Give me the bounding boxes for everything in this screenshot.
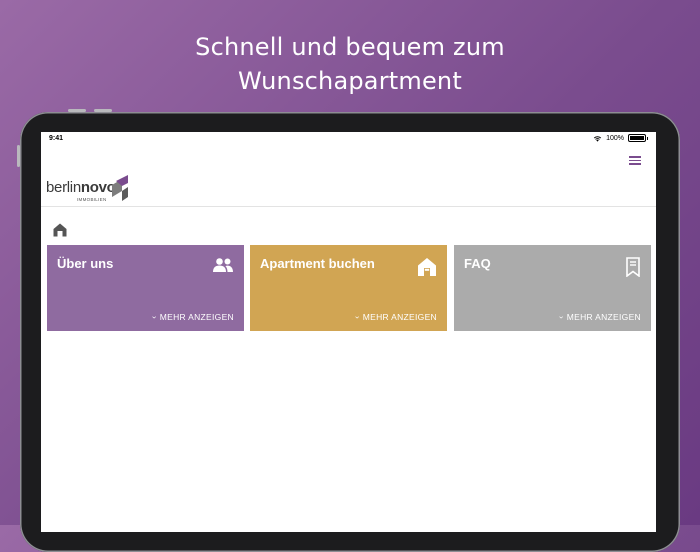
tile-title: Apartment buchen [260,256,375,271]
chevron-down-icon: › [149,315,159,319]
volume-button [68,109,86,112]
people-icon [213,258,233,272]
app-screen: 9:41 100% berlinnovo IMMOBILIEN Über uns [41,132,656,532]
logo-wordmark: berlinnovo [46,179,116,196]
chevron-down-icon: › [352,315,362,319]
show-more-link[interactable]: › MEHR ANZEIGEN [556,312,641,322]
battery-icon [628,134,648,142]
tile-about-us[interactable]: Über uns › MEHR ANZEIGEN [47,245,244,331]
status-time: 9:41 [49,135,64,142]
home-icon[interactable] [52,222,68,238]
show-more-link[interactable]: › MEHR ANZEIGEN [149,312,234,322]
chevron-down-icon: › [556,315,566,319]
volume-button [94,109,112,112]
tile-title: FAQ [464,256,491,271]
house-icon [418,258,436,276]
show-more-link[interactable]: › MEHR ANZEIGEN [352,312,437,322]
logo-mark-icon [112,175,128,201]
status-bar: 9:41 100% [41,132,656,146]
bookmark-icon [626,257,640,277]
headline-line-2: Wunschapartment [238,67,462,95]
power-button [17,145,20,167]
logo-subtitle: IMMOBILIEN [77,197,107,202]
tile-title: Über uns [57,256,114,271]
tile-faq[interactable]: FAQ › MEHR ANZEIGEN [454,245,651,331]
headline-line-1: Schnell und bequem zum [195,33,505,61]
tile-book-apartment[interactable]: Apartment buchen › MEHR ANZEIGEN [250,245,447,331]
marketing-headline: Schnell und bequem zum Wunschapartment [0,30,700,98]
battery-percent: 100% [606,134,624,142]
wifi-icon [593,135,602,142]
hamburger-menu-icon[interactable] [629,156,641,165]
header-divider [41,206,656,207]
